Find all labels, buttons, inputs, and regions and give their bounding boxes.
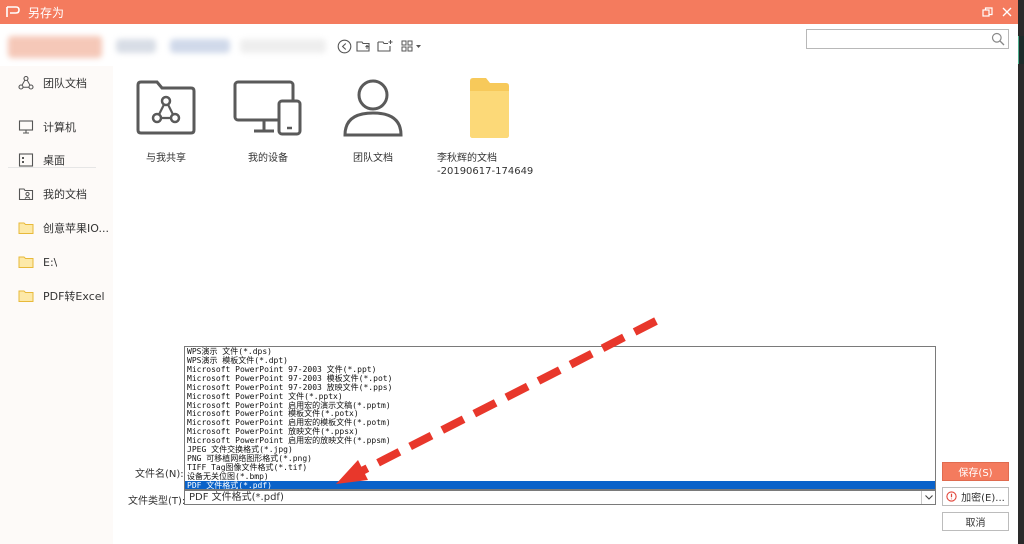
sidebar-item-pdf-to-excel[interactable]: PDF转Excel <box>0 281 113 311</box>
sidebar-item-label: 创意苹果IO... <box>43 222 109 235</box>
save-button-label: 保存(S) <box>958 468 993 479</box>
desktop-icon <box>18 152 34 168</box>
blurred-breadcrumb <box>116 39 156 53</box>
filetype-option[interactable]: Microsoft PowerPoint 97-2003 文件(*.ppt) <box>185 365 935 374</box>
folder-icon <box>18 254 34 270</box>
my-documents-icon <box>18 186 34 202</box>
folder-icon <box>18 288 34 304</box>
blurred-breadcrumb <box>170 39 230 53</box>
file-item-team-documents[interactable]: 团队文档 <box>323 76 423 165</box>
sidebar-item-drive-e[interactable]: E:\ <box>0 247 113 277</box>
my-devices-icon <box>233 80 302 136</box>
save-button[interactable]: 保存(S) <box>942 462 1009 481</box>
filetype-option[interactable]: TIFF Tag图像文件格式(*.tif) <box>185 463 935 472</box>
filetype-option[interactable]: 设备无关位图(*.bmp) <box>185 472 935 481</box>
filetype-option[interactable]: PNG 可移植网络图形格式(*.png) <box>185 454 935 463</box>
computer-icon <box>18 119 34 135</box>
file-item-user-documents-folder[interactable]: 李秋辉的文档 -20190617-174649 <box>423 76 553 178</box>
filetype-option[interactable]: Microsoft PowerPoint 启用宏的放映文件(*.ppsm) <box>185 436 935 445</box>
cancel-button[interactable]: 取消 <box>942 512 1009 531</box>
filetype-option[interactable]: Microsoft PowerPoint 放映文件(*.ppsx) <box>185 427 935 436</box>
close-icon <box>1002 7 1012 17</box>
sidebar-item-label: 计算机 <box>43 121 76 134</box>
filetype-dropdown-list[interactable]: WPS演示 文件(*.dps) WPS演示 模板文件(*.dpt) Microsof… <box>184 346 936 490</box>
restore-button[interactable] <box>978 3 996 21</box>
sidebar-item-label: 桌面 <box>43 154 65 167</box>
sidebar: 团队文档 计算机 桌面 我的文档 创意苹果IO... E:\ PDF转Excel <box>0 66 113 544</box>
sidebar-item-desktop[interactable]: 桌面 <box>0 145 113 175</box>
filetype-label: 文件类型(T): <box>128 496 186 507</box>
search-input[interactable] <box>807 30 987 48</box>
encrypt-button-label: 加密(E)... <box>961 493 1005 504</box>
filetype-option[interactable]: WPS演示 文件(*.dps) <box>185 347 935 356</box>
file-item-shared-with-me[interactable]: 与我共享 <box>116 76 216 165</box>
wps-logo-icon <box>6 6 20 17</box>
sidebar-item-team-docs[interactable]: 团队文档 <box>0 68 113 98</box>
folder-icon <box>470 78 509 138</box>
encrypt-button[interactable]: 加密(E)... <box>942 487 1009 506</box>
shared-with-me-icon <box>136 80 196 135</box>
file-item-label: 团队文档 <box>353 153 393 164</box>
file-item-label: 李秋辉的文档 -20190617-174649 <box>437 153 534 177</box>
search-icon[interactable] <box>991 32 1005 46</box>
window-title: 另存为 <box>28 5 65 20</box>
sidebar-item-label: E:\ <box>43 255 58 269</box>
search-box[interactable] <box>806 29 1009 49</box>
cancel-button-label: 取消 <box>965 518 986 529</box>
screen-edge-strip <box>1018 0 1024 544</box>
sidebar-item-my-documents[interactable]: 我的文档 <box>0 179 113 209</box>
sidebar-item-label: 我的文档 <box>43 188 87 201</box>
file-item-label: 与我共享 <box>146 153 186 164</box>
up-folder-button[interactable] <box>356 38 372 54</box>
new-folder-icon <box>377 40 393 52</box>
filetype-option[interactable]: PDF 文件格式(*.pdf) <box>185 480 935 489</box>
file-item-label: 我的设备 <box>248 153 288 164</box>
sidebar-item-computer[interactable]: 计算机 <box>0 112 113 142</box>
back-button[interactable] <box>336 38 352 54</box>
sidebar-item-label: PDF转Excel <box>43 290 105 303</box>
view-grid-icon <box>401 40 421 52</box>
filetype-option[interactable]: Microsoft PowerPoint 文件(*.pptx) <box>185 392 935 401</box>
sidebar-item-folder-creative[interactable]: 创意苹果IO... <box>0 213 113 243</box>
chevron-down-icon[interactable] <box>921 491 935 504</box>
side-gadget <box>1018 36 1024 64</box>
filetype-option[interactable]: Microsoft PowerPoint 启用宏的模板文件(*.potm) <box>185 418 935 427</box>
view-mode-button[interactable] <box>400 38 424 54</box>
filetype-option[interactable]: WPS演示 模板文件(*.dpt) <box>185 356 935 365</box>
filetype-option[interactable]: JPEG 文件交换格式(*.jpg) <box>185 445 935 454</box>
restore-icon <box>981 6 993 17</box>
title-bar[interactable]: 另存为 <box>0 0 1018 24</box>
blurred-breadcrumb <box>240 39 326 53</box>
shield-icon <box>946 491 957 502</box>
close-button[interactable] <box>998 3 1016 21</box>
new-folder-button[interactable] <box>377 38 393 54</box>
filename-label: 文件名(N): <box>135 469 184 480</box>
filetype-select[interactable]: PDF 文件格式(*.pdf) <box>184 490 936 505</box>
filetype-option[interactable]: Microsoft PowerPoint 97-2003 模板文件(*.pot) <box>185 374 935 383</box>
folder-icon <box>18 220 34 236</box>
team-documents-icon <box>343 79 403 137</box>
team-docs-icon <box>18 75 34 91</box>
filetype-select-value: PDF 文件格式(*.pdf) <box>189 492 284 503</box>
file-item-my-devices[interactable]: 我的设备 <box>218 76 318 165</box>
blurred-location-pill <box>8 36 102 58</box>
filetype-option[interactable]: Microsoft PowerPoint 97-2003 放映文件(*.pps) <box>185 383 935 392</box>
back-circle-icon <box>337 39 351 53</box>
save-as-dialog: 另存为 团队文档 计算机 桌面 我的文档 创意苹果IO... E:\ PDF转E… <box>0 0 1018 544</box>
sidebar-item-label: 团队文档 <box>43 77 87 90</box>
folder-up-icon <box>356 41 370 52</box>
